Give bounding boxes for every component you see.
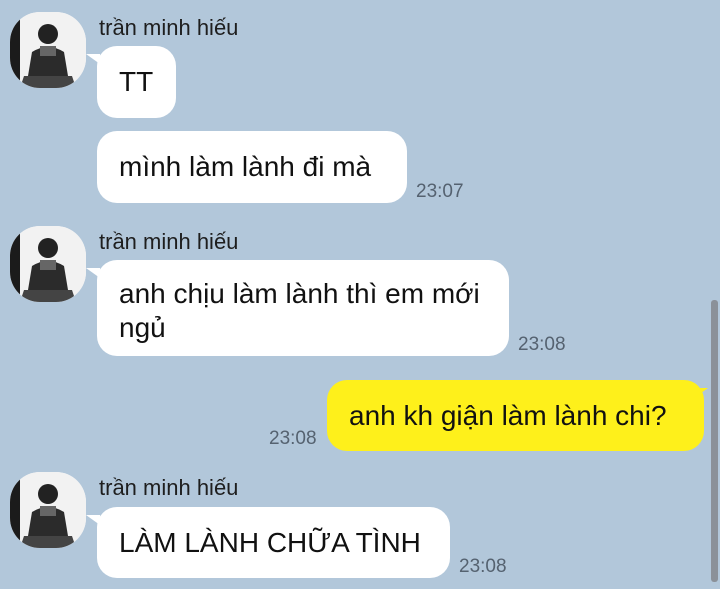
bubble-tail <box>694 388 708 398</box>
avatar[interactable] <box>10 12 86 88</box>
scrollbar[interactable] <box>711 300 718 582</box>
chat-view[interactable]: trần minh hiếu TT mình làm lành đi mà 23… <box>0 0 720 589</box>
sender-name: trần minh hiếu <box>99 475 239 500</box>
message-time: 23:08 <box>459 556 507 577</box>
message-bubble[interactable]: LÀM LÀNH CHỮA TÌNH <box>97 507 450 578</box>
sender-name: trần minh hiếu <box>99 229 239 254</box>
message-bubble[interactable]: anh chịu làm lành thì em mới ngủ <box>97 260 509 356</box>
message-bubble[interactable]: mình làm lành đi mà <box>97 131 407 203</box>
my-message-bubble[interactable]: anh kh giận làm lành chi? <box>327 380 704 451</box>
avatar[interactable] <box>10 226 86 302</box>
message-bubble[interactable]: TT <box>97 46 176 118</box>
profile-photo-icon <box>10 226 86 302</box>
sender-name: trần minh hiếu <box>99 15 239 40</box>
message-time: 23:08 <box>518 334 566 355</box>
profile-photo-icon <box>10 12 86 88</box>
avatar[interactable] <box>10 472 86 548</box>
message-time: 23:07 <box>416 181 464 202</box>
message-time: 23:08 <box>269 428 317 449</box>
profile-photo-icon <box>10 472 86 548</box>
